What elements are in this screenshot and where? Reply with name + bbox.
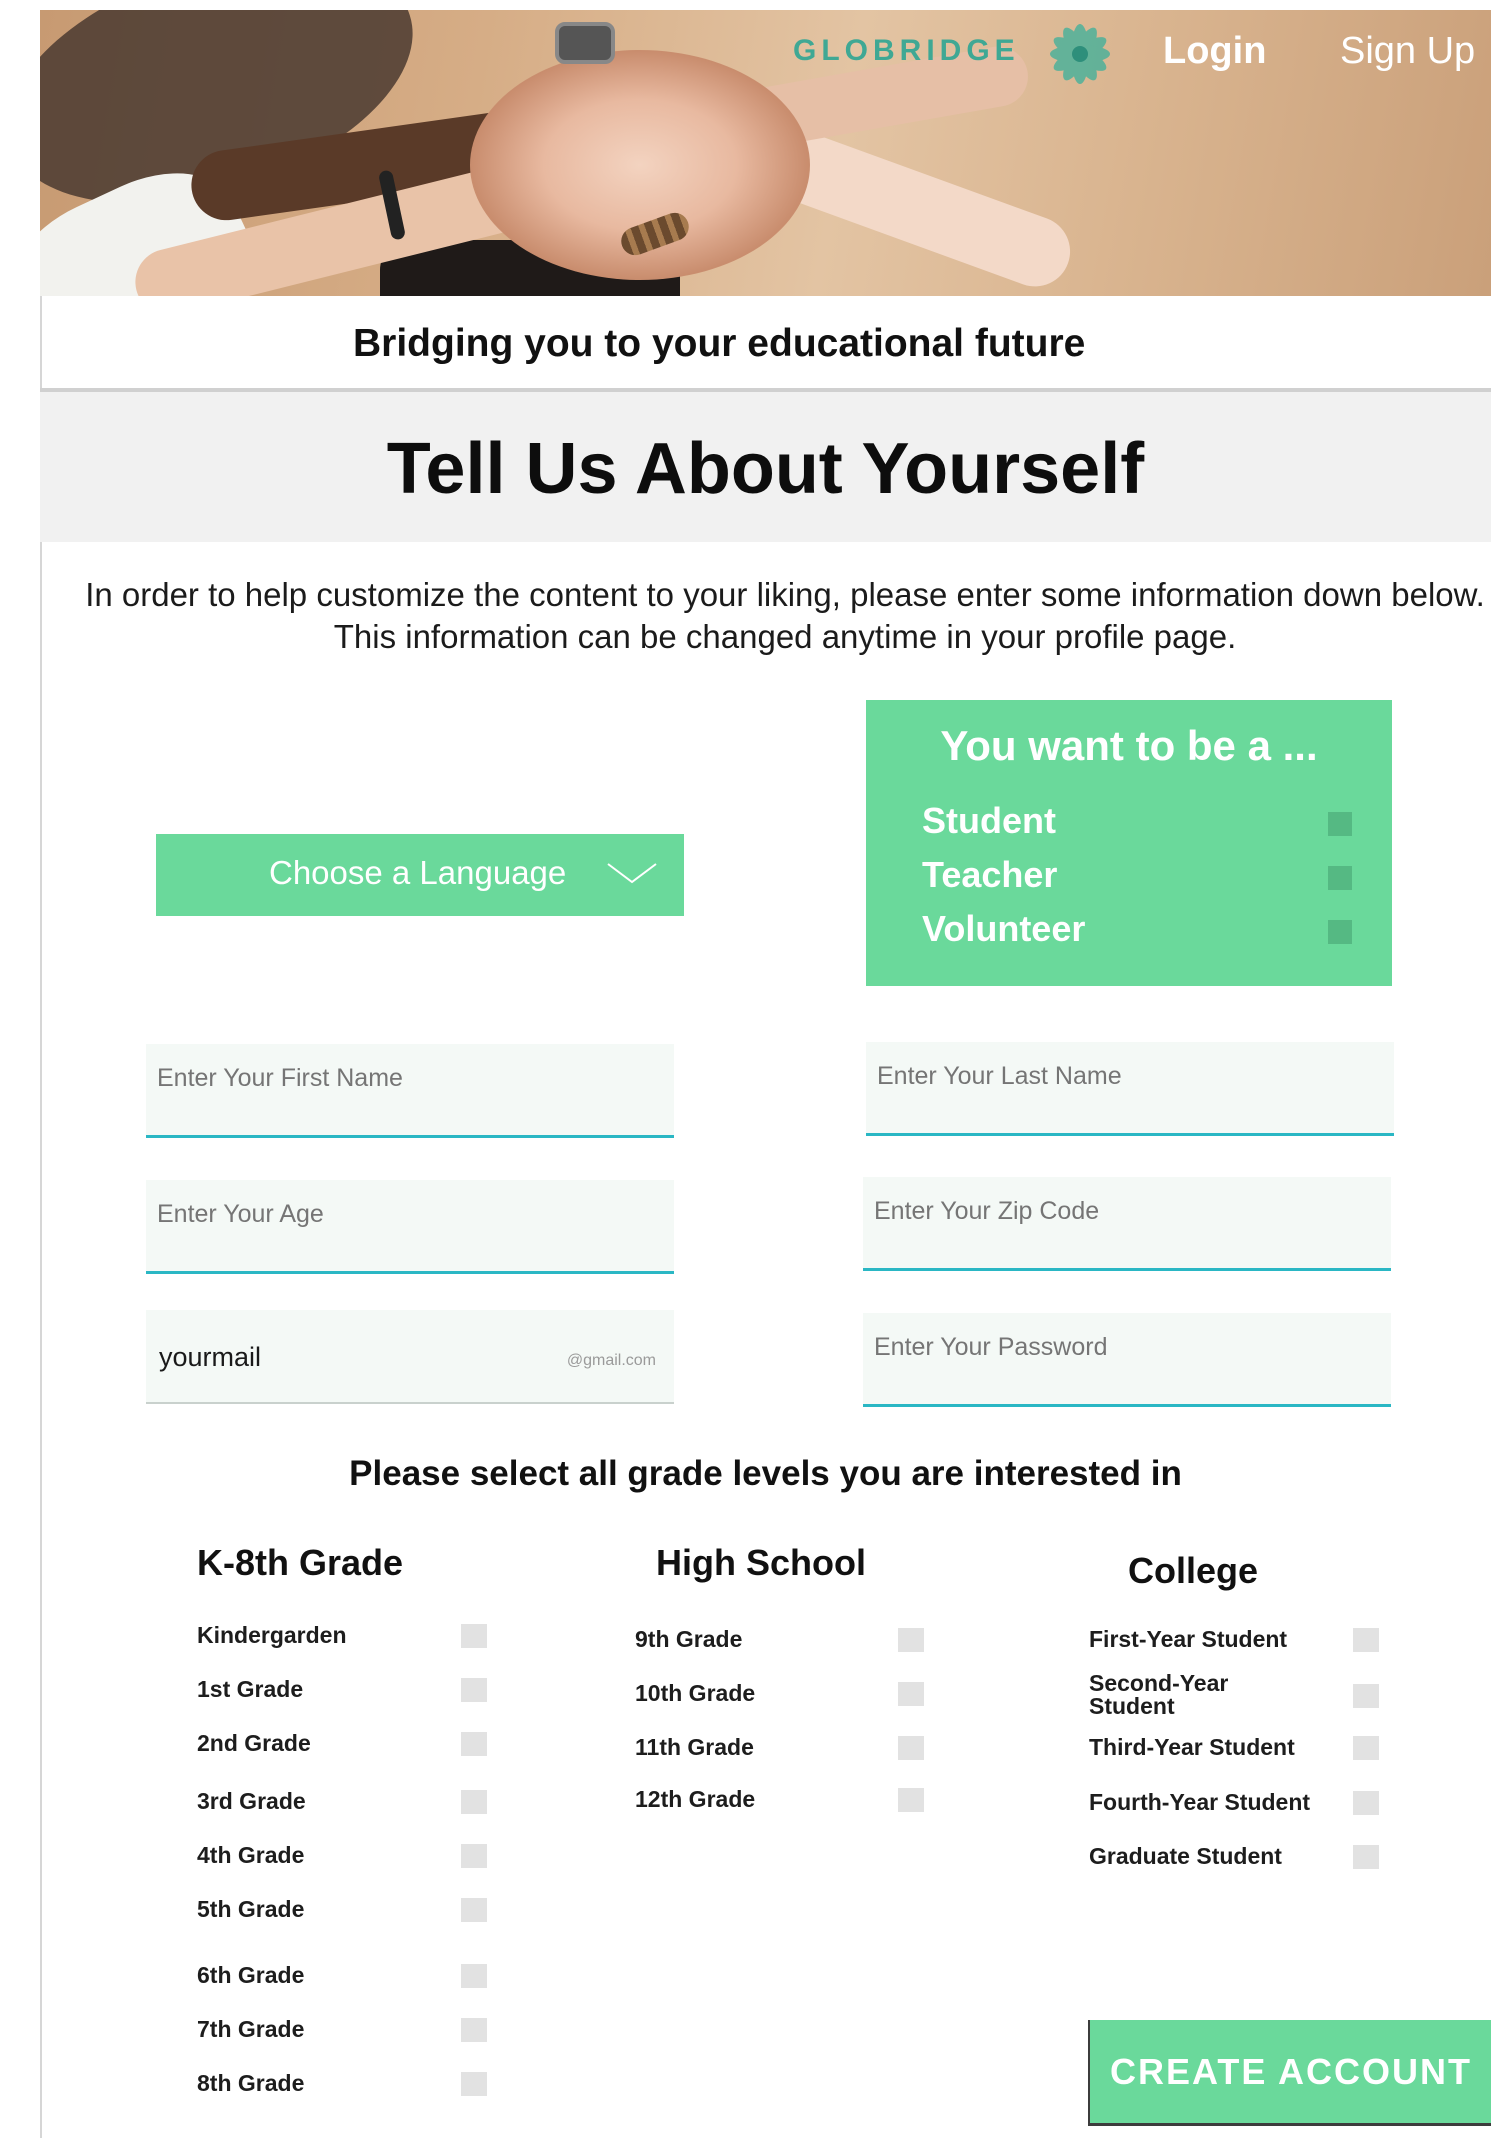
flower-logo-icon — [1050, 24, 1110, 84]
title-band: Tell Us About Yourself — [40, 392, 1491, 542]
grade-label: Fourth-Year Student — [1089, 1789, 1311, 1815]
grade-checkbox[interactable] — [898, 1788, 924, 1812]
grade-checkbox[interactable] — [461, 1678, 487, 1702]
grade-label: 4th Grade — [197, 1842, 305, 1868]
grade-checkbox[interactable] — [461, 1844, 487, 1868]
grade-label: 9th Grade — [635, 1626, 743, 1652]
grade-checkbox[interactable] — [461, 1732, 487, 1756]
create-account-button[interactable]: CREATE ACCOUNT — [1088, 2020, 1491, 2126]
first-name-field — [146, 1044, 674, 1138]
tagline-bar: Bridging you to your educational future — [40, 296, 1491, 392]
hero-photo-watch — [555, 22, 615, 64]
grade-option-fourth-year[interactable]: Fourth-Year Student — [1089, 1787, 1381, 1827]
high-school-heading: High School — [656, 1542, 866, 1583]
role-option-label: Teacher — [922, 854, 1058, 895]
first-name-input[interactable] — [146, 1050, 674, 1106]
grade-label: Kindergarden — [197, 1622, 347, 1648]
grade-checkbox[interactable] — [1353, 1845, 1379, 1869]
role-selector: You want to be a ... Student Teacher Vol… — [866, 700, 1392, 986]
grade-label: 5th Grade — [197, 1896, 305, 1922]
brand-name: GLOBRIDGE — [793, 34, 1020, 67]
grade-checkbox[interactable] — [1353, 1628, 1379, 1652]
tagline-text: Bridging you to your educational future — [353, 322, 1086, 365]
grade-checkbox[interactable] — [461, 1898, 487, 1922]
role-option-student[interactable]: Student — [922, 800, 1352, 844]
grade-option-graduate[interactable]: Graduate Student — [1089, 1841, 1381, 1881]
zip-code-input[interactable] — [863, 1183, 1391, 1239]
grade-option-6th[interactable]: 6th Grade — [197, 1960, 487, 2000]
language-dropdown[interactable]: Choose a Language — [156, 834, 684, 916]
grade-label: First-Year Student — [1089, 1626, 1288, 1652]
grade-label: Graduate Student — [1089, 1843, 1282, 1869]
grade-option-11th[interactable]: 11th Grade — [635, 1732, 925, 1772]
signup-link[interactable]: Sign Up — [1340, 30, 1475, 73]
grade-checkbox[interactable] — [1353, 1736, 1379, 1760]
role-checkbox[interactable] — [1328, 812, 1352, 836]
grade-label: Third-Year Student — [1089, 1734, 1295, 1760]
grade-label: 12th Grade — [635, 1786, 756, 1812]
grade-option-5th[interactable]: 5th Grade — [197, 1894, 487, 1934]
grade-checkbox[interactable] — [461, 1624, 487, 1648]
grade-option-1st[interactable]: 1st Grade — [197, 1674, 487, 1714]
role-option-volunteer[interactable]: Volunteer — [922, 908, 1352, 952]
page-title: Tell Us About Yourself — [386, 429, 1145, 509]
grade-option-kindergarden[interactable]: Kindergarden — [197, 1620, 487, 1660]
grade-label: 10th Grade — [635, 1680, 756, 1706]
grade-checkbox[interactable] — [1353, 1791, 1379, 1815]
grade-label: 2nd Grade — [197, 1730, 311, 1756]
grade-label: 1st Grade — [197, 1676, 304, 1702]
grade-label: 11th Grade — [635, 1734, 754, 1760]
grade-option-3rd[interactable]: 3rd Grade — [197, 1786, 487, 1826]
grade-label: 8th Grade — [197, 2070, 305, 2096]
grade-checkbox[interactable] — [461, 1964, 487, 1988]
grade-option-2nd[interactable]: 2nd Grade — [197, 1728, 487, 1768]
grade-checkbox[interactable] — [898, 1682, 924, 1706]
grade-checkbox[interactable] — [1353, 1684, 1379, 1708]
password-field — [863, 1313, 1391, 1407]
role-selector-title: You want to be a ... — [940, 722, 1318, 769]
grade-prompt: Please select all grade levels you are i… — [349, 1454, 1182, 1493]
grade-label: 7th Grade — [197, 2016, 305, 2042]
age-input[interactable] — [146, 1186, 674, 1242]
grade-option-7th[interactable]: 7th Grade — [197, 2014, 487, 2054]
grade-option-second-year[interactable]: Second-Year Student — [1089, 1668, 1381, 1720]
grade-label: 6th Grade — [197, 1962, 305, 1988]
chevron-down-icon — [607, 863, 657, 884]
grade-label: 3rd Grade — [197, 1788, 306, 1814]
grade-checkbox[interactable] — [461, 2072, 487, 2096]
role-option-teacher[interactable]: Teacher — [922, 854, 1352, 898]
grade-option-first-year[interactable]: First-Year Student — [1089, 1624, 1381, 1664]
hero-banner — [40, 10, 1491, 296]
grade-checkbox[interactable] — [898, 1628, 924, 1652]
email-field: @gmail.com — [146, 1310, 674, 1404]
last-name-field — [866, 1042, 1394, 1136]
grade-checkbox[interactable] — [898, 1736, 924, 1760]
role-option-label: Student — [922, 800, 1056, 841]
role-checkbox[interactable] — [1328, 866, 1352, 890]
password-input[interactable] — [863, 1319, 1391, 1375]
role-option-label: Volunteer — [922, 908, 1086, 949]
grade-option-12th[interactable]: 12th Grade — [635, 1784, 925, 1824]
age-field — [146, 1180, 674, 1274]
grade-option-8th[interactable]: 8th Grade — [197, 2068, 487, 2108]
language-dropdown-label: Choose a Language — [269, 854, 567, 891]
k8-heading: K-8th Grade — [197, 1542, 404, 1583]
college-heading: College — [1128, 1550, 1259, 1591]
grade-checkbox[interactable] — [461, 1790, 487, 1814]
login-link[interactable]: Login — [1163, 30, 1266, 73]
intro-text: In order to help customize the content t… — [85, 576, 1485, 655]
grade-checkbox[interactable] — [461, 2018, 487, 2042]
zip-code-field — [863, 1177, 1391, 1271]
grade-option-10th[interactable]: 10th Grade — [635, 1678, 925, 1718]
grade-option-9th[interactable]: 9th Grade — [635, 1624, 925, 1664]
email-domain-suffix: @gmail.com — [566, 1352, 656, 1369]
role-checkbox[interactable] — [1328, 920, 1352, 944]
grade-option-third-year[interactable]: Third-Year Student — [1089, 1732, 1381, 1772]
last-name-input[interactable] — [866, 1048, 1394, 1104]
grade-option-4th[interactable]: 4th Grade — [197, 1840, 487, 1880]
grade-label: Second-Year Student — [1089, 1670, 1229, 1719]
